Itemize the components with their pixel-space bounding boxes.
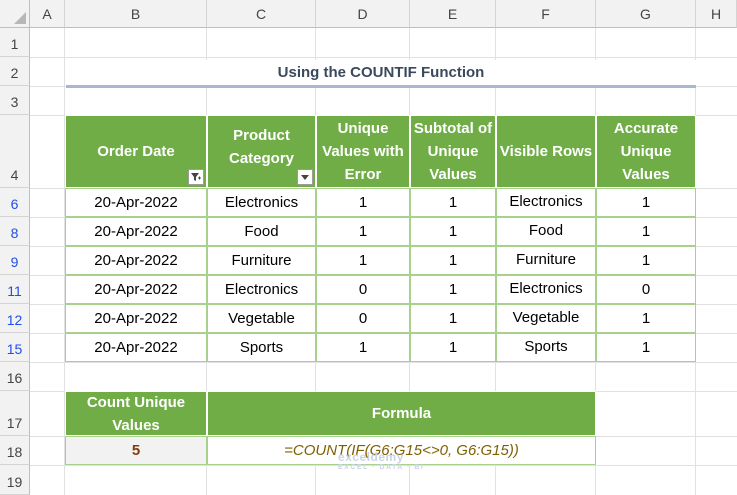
column-header-e[interactable]: E (410, 0, 496, 28)
cell-product-category[interactable]: Vegetable (207, 304, 316, 333)
cell-unique-with-error[interactable]: 1 (316, 217, 410, 246)
cell-subtotal[interactable]: 1 (410, 275, 496, 304)
cell-product-category[interactable]: Electronics (207, 188, 316, 217)
cell-order-date[interactable]: 20-Apr-2022 (65, 333, 207, 362)
column-header-f[interactable]: F (496, 0, 596, 28)
header-subtotal-unique-values[interactable]: Subtotal of Unique Values (410, 115, 496, 188)
row-header-17[interactable]: 17 (0, 391, 30, 436)
column-header-d[interactable]: D (316, 0, 410, 28)
sheet-title[interactable]: Using the COUNTIF Function (66, 60, 696, 86)
cell-visible-rows[interactable]: Vegetable (496, 304, 596, 333)
cell-subtotal[interactable]: 1 (410, 217, 496, 246)
cell-accurate-unique[interactable]: 1 (596, 333, 696, 362)
cell-visible-rows[interactable]: Sports (496, 333, 596, 362)
cell-visible-rows[interactable]: Electronics (496, 188, 596, 217)
header-product-category[interactable]: Product Category (207, 115, 316, 188)
cell-accurate-unique[interactable]: 1 (596, 304, 696, 333)
cell-accurate-unique[interactable]: 1 (596, 217, 696, 246)
formula-text[interactable]: =COUNT(IF(G6:G15<>0, G6:G15)) (207, 436, 596, 465)
row-header-19[interactable]: 19 (0, 465, 30, 495)
cell-visible-rows[interactable]: Furniture (496, 246, 596, 275)
cell-visible-rows[interactable]: Food (496, 217, 596, 246)
header-formula[interactable]: Formula (207, 391, 596, 436)
filter-dropdown-icon[interactable] (297, 169, 313, 185)
count-unique-value[interactable]: 5 (65, 436, 207, 465)
column-header-c[interactable]: C (207, 0, 316, 28)
header-unique-values-with-error[interactable]: Unique Values with Error (316, 115, 410, 188)
column-header-g[interactable]: G (596, 0, 696, 28)
cell-unique-with-error[interactable]: 0 (316, 304, 410, 333)
cell-unique-with-error[interactable]: 1 (316, 333, 410, 362)
cell-unique-with-error[interactable]: 0 (316, 275, 410, 304)
header-order-date[interactable]: Order Date (65, 115, 207, 188)
cell-accurate-unique[interactable]: 0 (596, 275, 696, 304)
cell-subtotal[interactable]: 1 (410, 333, 496, 362)
column-header-h[interactable]: H (696, 0, 737, 28)
cell-order-date[interactable]: 20-Apr-2022 (65, 246, 207, 275)
row-header-1[interactable]: 1 (0, 28, 30, 57)
cell-unique-with-error[interactable]: 1 (316, 246, 410, 275)
column-header-b[interactable]: B (65, 0, 207, 28)
cell-product-category[interactable]: Sports (207, 333, 316, 362)
cell-subtotal[interactable]: 1 (410, 246, 496, 275)
title-underline (66, 85, 696, 88)
select-all-corner[interactable] (0, 0, 30, 28)
cell-order-date[interactable]: 20-Apr-2022 (65, 304, 207, 333)
row-header-9[interactable]: 9 (0, 246, 30, 275)
cell-order-date[interactable]: 20-Apr-2022 (65, 217, 207, 246)
cell-visible-rows[interactable]: Electronics (496, 275, 596, 304)
row-header-11[interactable]: 11 (0, 275, 30, 304)
filter-active-icon[interactable] (188, 169, 204, 185)
cell-order-date[interactable]: 20-Apr-2022 (65, 188, 207, 217)
row-header-6[interactable]: 6 (0, 188, 30, 217)
cell-subtotal[interactable]: 1 (410, 304, 496, 333)
row-header-4[interactable]: 4 (0, 115, 30, 188)
header-count-unique-values[interactable]: Count Unique Values (65, 391, 207, 436)
row-header-18[interactable]: 18 (0, 436, 30, 465)
header-label: Product Category (228, 126, 295, 167)
row-header-3[interactable]: 3 (0, 86, 30, 115)
row-header-16[interactable]: 16 (0, 362, 30, 391)
cell-order-date[interactable]: 20-Apr-2022 (65, 275, 207, 304)
row-header-2[interactable]: 2 (0, 57, 30, 86)
cell-subtotal[interactable]: 1 (410, 188, 496, 217)
cell-accurate-unique[interactable]: 1 (596, 188, 696, 217)
column-header-a[interactable]: A (30, 0, 65, 28)
header-visible-rows[interactable]: Visible Rows (496, 115, 596, 188)
row-header-12[interactable]: 12 (0, 304, 30, 333)
cell-product-category[interactable]: Electronics (207, 275, 316, 304)
spreadsheet: A B C D E F G H 1 2 3 4 6 8 9 11 12 15 1… (0, 0, 737, 495)
cell-unique-with-error[interactable]: 1 (316, 188, 410, 217)
header-label: Order Date (97, 143, 175, 160)
row-header-15[interactable]: 15 (0, 333, 30, 362)
cell-product-category[interactable]: Food (207, 217, 316, 246)
cell-accurate-unique[interactable]: 1 (596, 246, 696, 275)
header-accurate-unique-values[interactable]: Accurate Unique Values (596, 115, 696, 188)
row-header-8[interactable]: 8 (0, 217, 30, 246)
cell-product-category[interactable]: Furniture (207, 246, 316, 275)
